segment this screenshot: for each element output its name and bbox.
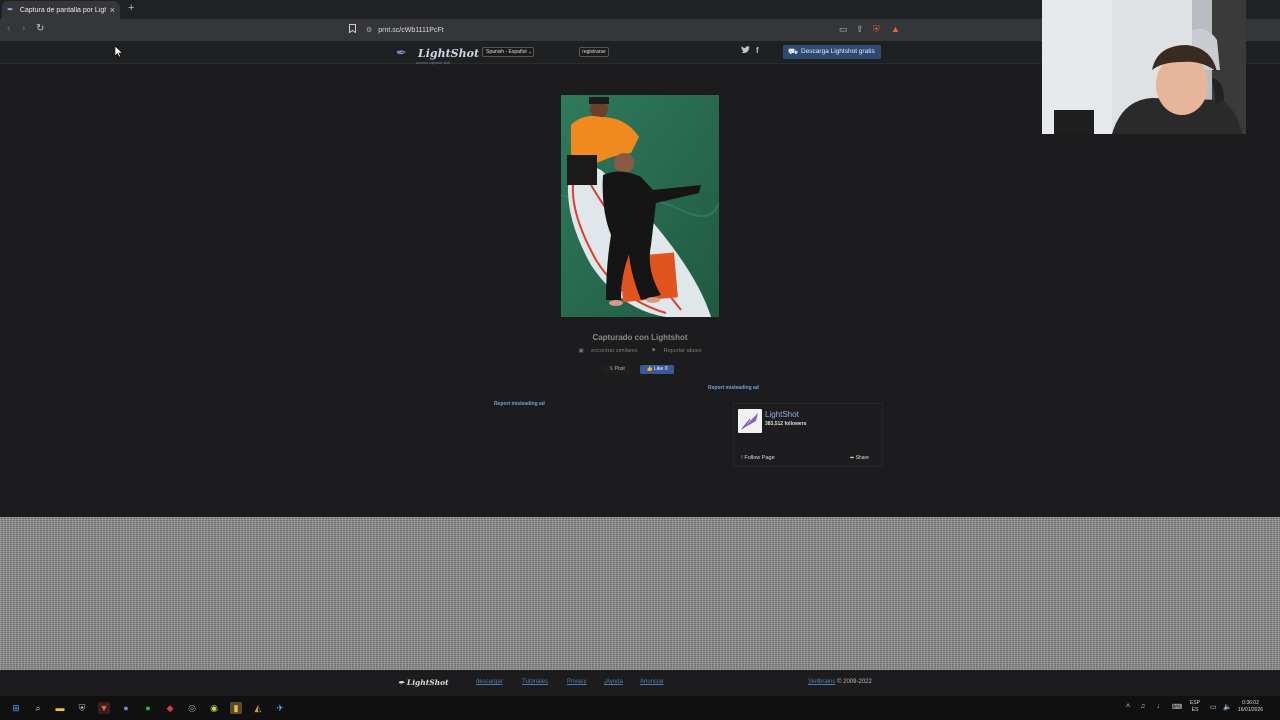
windows-start-icon[interactable]: ⊞: [10, 702, 22, 714]
clock-time: 0:36:02: [1242, 700, 1259, 706]
twitter-icon[interactable]: [741, 46, 750, 56]
site-logo[interactable]: ✒ LightShot screen capture tool: [396, 44, 480, 65]
browser-tab[interactable]: ✒ Captura de pantalla por Lightsh ×: [2, 1, 120, 19]
site-footer: ✒ LightShot descargar Tutoriales Privacy…: [0, 670, 1280, 696]
share-icon[interactable]: ⇪: [856, 24, 864, 35]
footer-logo[interactable]: ✒ LightShot: [398, 678, 449, 687]
microphone-icon[interactable]: ♩: [1157, 703, 1164, 710]
language-value: Spanish - Español: [486, 49, 527, 55]
like-label: Like 0: [654, 366, 668, 372]
headphones-icon[interactable]: ♫: [1140, 703, 1145, 710]
url-text: prnt.sc/cWb1111PcFt: [378, 26, 444, 34]
league-icon[interactable]: ◭: [252, 702, 264, 714]
download-icon: ⛟: [788, 47, 799, 56]
facebook-like-button[interactable]: 👍 Like 0: [640, 365, 674, 374]
close-tab-icon[interactable]: ×: [110, 5, 115, 15]
logo-name: LightShot: [418, 47, 480, 60]
brave-rewards-icon[interactable]: ▲: [891, 24, 900, 34]
file-explorer-icon[interactable]: ▬: [54, 702, 66, 714]
flag-icon: ⚑: [651, 348, 657, 354]
bookmark-icon[interactable]: [349, 24, 356, 35]
brave-shield-icon[interactable]: ⛨: [873, 24, 880, 35]
feather-logo-icon: ✒: [396, 45, 407, 60]
app-icon[interactable]: ◆: [164, 702, 176, 714]
footer-logo-text: LightShot: [406, 678, 449, 687]
register-button[interactable]: registrarse: [579, 47, 609, 57]
spotify-icon[interactable]: ●: [142, 702, 154, 714]
facebook-icon[interactable]: f: [756, 46, 759, 55]
report-abuse-label: Reportar abuso: [663, 348, 702, 354]
footer-link-tutorials[interactable]: Tutoriales: [522, 679, 548, 685]
back-icon[interactable]: ‹: [7, 23, 10, 34]
image-icon: ▣: [578, 348, 584, 354]
keyboard-icon[interactable]: ⌨: [1172, 703, 1182, 711]
share-arrow-icon: ➦: [850, 455, 855, 461]
captured-with-heading: Capturado con Lightshot: [592, 333, 688, 342]
app-icon[interactable]: ◉: [208, 702, 220, 714]
x-post-button[interactable]: 𝕏 Post: [603, 365, 631, 374]
ad-placeholder-area: [0, 517, 1280, 670]
footer-link-help[interactable]: ¡Ayuda: [604, 679, 623, 685]
address-bar[interactable]: ⚙ prnt.sc/cWb1111PcFt: [366, 22, 906, 38]
cast-icon[interactable]: ▭: [839, 24, 848, 35]
report-abuse-link[interactable]: ⚑ Reportar abuso: [648, 348, 704, 354]
skillbrains-link[interactable]: Skillbrains: [808, 679, 835, 685]
footer-link-privacy[interactable]: Privacy: [567, 679, 587, 685]
logo-tagline: screen capture tool: [416, 60, 451, 65]
webcam-overlay: [1042, 0, 1246, 134]
fb-page-name[interactable]: LightShot: [765, 410, 799, 419]
lightshot-favicon-icon: ✒: [7, 5, 14, 14]
share-button[interactable]: ➦ Share: [850, 455, 869, 461]
monitor-icon[interactable]: ▭: [1210, 703, 1217, 711]
feather-logo-icon: ✒: [398, 678, 405, 687]
clock[interactable]: 0:36:02 16/01/2026: [1238, 700, 1263, 714]
obs-icon[interactable]: ◎: [186, 702, 198, 714]
lang-bottom: ES: [1191, 707, 1199, 713]
thumbs-up-icon: 👍: [646, 366, 653, 372]
clock-date: 16/01/2026: [1238, 707, 1264, 713]
brave-browser-icon[interactable]: ▼: [98, 702, 110, 714]
footer-link-download[interactable]: descargar: [476, 679, 503, 685]
find-similar-label: encontrar similares: [591, 348, 638, 354]
store-icon[interactable]: ⛨: [76, 702, 88, 714]
download-lightshot-button[interactable]: ⛟ Descarga Lightshot gratis: [783, 45, 881, 59]
tab-title: Captura de pantalla por Lightsh: [19, 6, 106, 14]
forward-icon[interactable]: ›: [22, 23, 25, 34]
footer-link-advertise[interactable]: Anunciar: [640, 679, 664, 685]
chevron-down-icon: ⌄: [527, 49, 533, 55]
facebook-page-widget: LightShot 383,512 followers f Follow Pag…: [733, 403, 883, 467]
app-icon[interactable]: ▮: [230, 702, 242, 714]
volume-icon[interactable]: 🔈: [1223, 703, 1232, 711]
report-misleading-ad-link[interactable]: Report misleading ad: [708, 385, 759, 391]
search-icon[interactable]: ⌕: [32, 702, 44, 714]
lightshot-avatar[interactable]: [738, 409, 762, 433]
capture-actions: ▣ encontrar similares ⚑ Reportar abuso: [560, 348, 720, 354]
new-tab-button[interactable]: +: [128, 2, 134, 14]
share-label: Share: [855, 455, 869, 461]
discord-icon[interactable]: ●: [120, 702, 132, 714]
follow-page-button[interactable]: f Follow Page: [741, 455, 775, 461]
tray-chevron-up-icon[interactable]: ˄: [1126, 703, 1130, 710]
facebook-icon: f: [741, 455, 743, 461]
report-misleading-ad-link[interactable]: Report misleading ad: [494, 401, 545, 407]
follow-page-label: Follow Page: [744, 455, 775, 461]
mouse-cursor-icon: [114, 45, 124, 63]
download-button-label: Descarga Lightshot gratis: [801, 48, 875, 55]
site-info-icon[interactable]: ⚙: [366, 26, 372, 34]
screenshot-image[interactable]: [561, 95, 719, 317]
reload-icon[interactable]: ↻: [36, 23, 44, 34]
windows-taskbar: ⊞ ⌕ ▬ ⛨ ▼ ● ● ◆ ◎ ◉ ▮ ◭ ✈ ˄ ♫ ♩ ⌨ ESP ES …: [0, 696, 1280, 720]
language-indicator[interactable]: ESP ES: [1190, 700, 1200, 714]
lang-top: ESP: [1190, 700, 1201, 706]
copyright: Skillbrains © 2009-2022: [808, 679, 872, 685]
language-select[interactable]: Spanish - Español ⌄: [482, 47, 534, 57]
x-icon: 𝕏: [609, 366, 614, 372]
fb-followers-count: 383,512 followers: [765, 421, 807, 427]
post-label: Post: [614, 366, 625, 372]
copyright-text: © 2009-2022: [837, 679, 872, 685]
find-similar-link[interactable]: ▣ encontrar similares: [575, 348, 640, 354]
app-icon[interactable]: ✈: [274, 702, 286, 714]
